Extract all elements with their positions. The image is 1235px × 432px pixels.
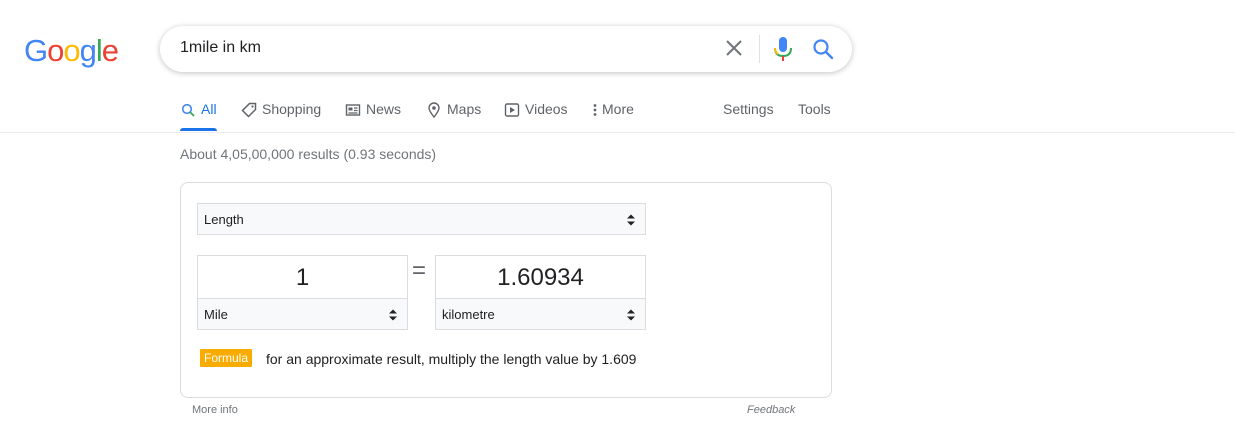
search-icon[interactable] xyxy=(811,37,835,61)
logo-letter: e xyxy=(101,33,119,68)
logo-letter: g xyxy=(79,33,97,68)
feedback-link[interactable]: Feedback xyxy=(747,404,795,416)
google-logo[interactable]: Google xyxy=(24,33,119,69)
news-icon xyxy=(345,102,361,118)
to-value-input[interactable]: 1.60934 xyxy=(435,255,646,299)
tab-all[interactable]: All xyxy=(180,99,217,131)
tab-more[interactable]: More xyxy=(591,99,634,131)
more-info-link[interactable]: More info xyxy=(192,404,238,416)
select-arrows-icon xyxy=(627,309,635,321)
select-arrows-icon xyxy=(627,214,635,226)
tab-videos[interactable]: Videos xyxy=(504,99,568,131)
from-unit-value: Mile xyxy=(204,307,228,322)
logo-letter: o xyxy=(47,33,64,68)
map-pin-icon xyxy=(426,102,442,118)
search-box[interactable]: 1mile in km xyxy=(160,26,852,72)
tools-label: Tools xyxy=(798,101,831,117)
tag-icon xyxy=(241,102,257,118)
tab-news[interactable]: News xyxy=(345,99,401,131)
mic-icon[interactable] xyxy=(772,36,794,62)
formula-text: for an approximate result, multiply the … xyxy=(266,351,637,367)
search-divider xyxy=(759,35,760,63)
select-arrows-icon xyxy=(389,309,397,321)
search-input[interactable]: 1mile in km xyxy=(180,39,261,57)
from-value: 1 xyxy=(295,264,310,291)
tools-link[interactable]: Tools xyxy=(798,99,831,131)
to-value: 1.60934 xyxy=(497,264,584,291)
from-unit-select[interactable]: Mile xyxy=(197,298,408,330)
settings-link[interactable]: Settings xyxy=(723,99,774,131)
unit-type-value: Length xyxy=(204,212,244,227)
tab-label: Shopping xyxy=(262,101,322,117)
equals-sign: = xyxy=(412,257,427,284)
header-divider xyxy=(0,132,1235,133)
clear-icon[interactable] xyxy=(724,38,744,58)
formula-badge: Formula xyxy=(200,349,253,367)
logo-letter: o xyxy=(63,33,80,68)
settings-label: Settings xyxy=(723,101,774,117)
result-stats: About 4,05,00,000 results (0.93 seconds) xyxy=(180,146,437,162)
tab-label: More xyxy=(602,101,634,117)
play-icon xyxy=(504,102,520,118)
more-vert-icon xyxy=(591,102,599,118)
unit-type-select[interactable]: Length xyxy=(197,203,646,235)
tab-shopping[interactable]: Shopping xyxy=(241,99,321,131)
tab-label: Videos xyxy=(525,101,568,117)
logo-letter: G xyxy=(24,33,48,68)
tab-maps[interactable]: Maps xyxy=(426,99,481,131)
tab-label: News xyxy=(366,101,402,117)
to-unit-value: kilometre xyxy=(442,307,495,322)
tab-label: Maps xyxy=(447,101,482,117)
from-value-input[interactable]: 1 xyxy=(197,255,408,299)
tab-label: All xyxy=(201,101,217,117)
to-unit-select[interactable]: kilometre xyxy=(435,298,646,330)
search-icon xyxy=(180,102,196,118)
